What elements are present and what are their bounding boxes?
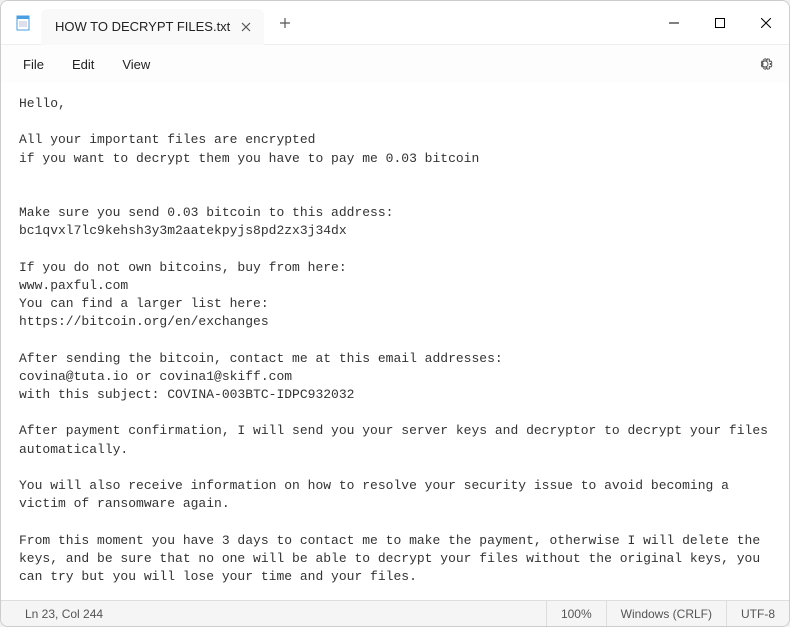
notepad-window: HOW TO DECRYPT FILES.txt File Edit View [0, 0, 790, 627]
close-tab-icon[interactable] [238, 19, 254, 35]
status-encoding[interactable]: UTF-8 [726, 601, 789, 626]
statusbar: Ln 23, Col 244 100% Windows (CRLF) UTF-8 [1, 600, 789, 626]
close-window-button[interactable] [743, 1, 789, 45]
titlebar[interactable]: HOW TO DECRYPT FILES.txt [1, 1, 789, 45]
tab-title: HOW TO DECRYPT FILES.txt [55, 19, 230, 34]
new-tab-button[interactable] [268, 6, 302, 40]
text-content[interactable]: Hello, All your important files are encr… [1, 83, 789, 600]
gear-icon [757, 56, 773, 72]
minimize-button[interactable] [651, 1, 697, 45]
menubar: File Edit View [1, 45, 789, 83]
notepad-icon [15, 15, 31, 31]
status-position[interactable]: Ln 23, Col 244 [1, 601, 117, 626]
status-zoom[interactable]: 100% [546, 601, 606, 626]
window-controls [651, 1, 789, 44]
document-tab[interactable]: HOW TO DECRYPT FILES.txt [41, 9, 264, 45]
maximize-button[interactable] [697, 1, 743, 45]
settings-button[interactable] [749, 48, 781, 80]
menu-file[interactable]: File [9, 51, 58, 78]
menu-view[interactable]: View [108, 51, 164, 78]
status-line-ending[interactable]: Windows (CRLF) [606, 601, 726, 626]
menu-edit[interactable]: Edit [58, 51, 108, 78]
